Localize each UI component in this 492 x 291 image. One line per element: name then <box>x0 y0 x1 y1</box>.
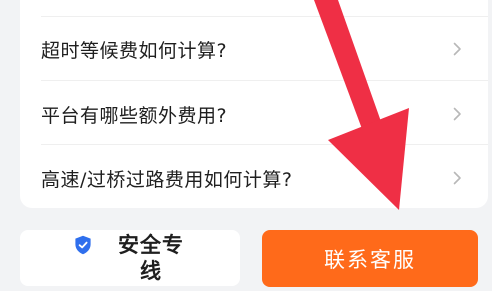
safety-hotline-label: 安全专线 <box>118 233 184 283</box>
faq-item-toll-fees[interactable]: 高速/过桥过路费用如何计算? <box>20 147 488 209</box>
faq-card: 超时等候费如何计算? 平台有哪些额外费用? 高速/过桥过路费用如何计算? <box>20 0 488 208</box>
safety-hotline-button[interactable]: 安全专线 <box>20 230 240 286</box>
contact-customer-service-label: 联系客服 <box>324 247 416 272</box>
chevron-right-icon <box>450 107 464 121</box>
faq-item-overtime-waiting-fee[interactable]: 超时等候费如何计算? <box>20 18 488 80</box>
divider <box>41 80 488 81</box>
divider <box>41 16 488 17</box>
chevron-right-icon <box>450 42 464 56</box>
faq-item-label: 超时等候费如何计算? <box>41 39 228 62</box>
faq-item-extra-fees[interactable]: 平台有哪些额外费用? <box>20 83 488 145</box>
faq-item-label: 平台有哪些额外费用? <box>41 104 228 127</box>
chevron-right-icon <box>450 171 464 185</box>
contact-customer-service-button[interactable]: 联系客服 <box>262 230 478 287</box>
shield-icon <box>74 235 92 255</box>
faq-item-label: 高速/过桥过路费用如何计算? <box>41 168 293 191</box>
divider <box>41 144 488 145</box>
